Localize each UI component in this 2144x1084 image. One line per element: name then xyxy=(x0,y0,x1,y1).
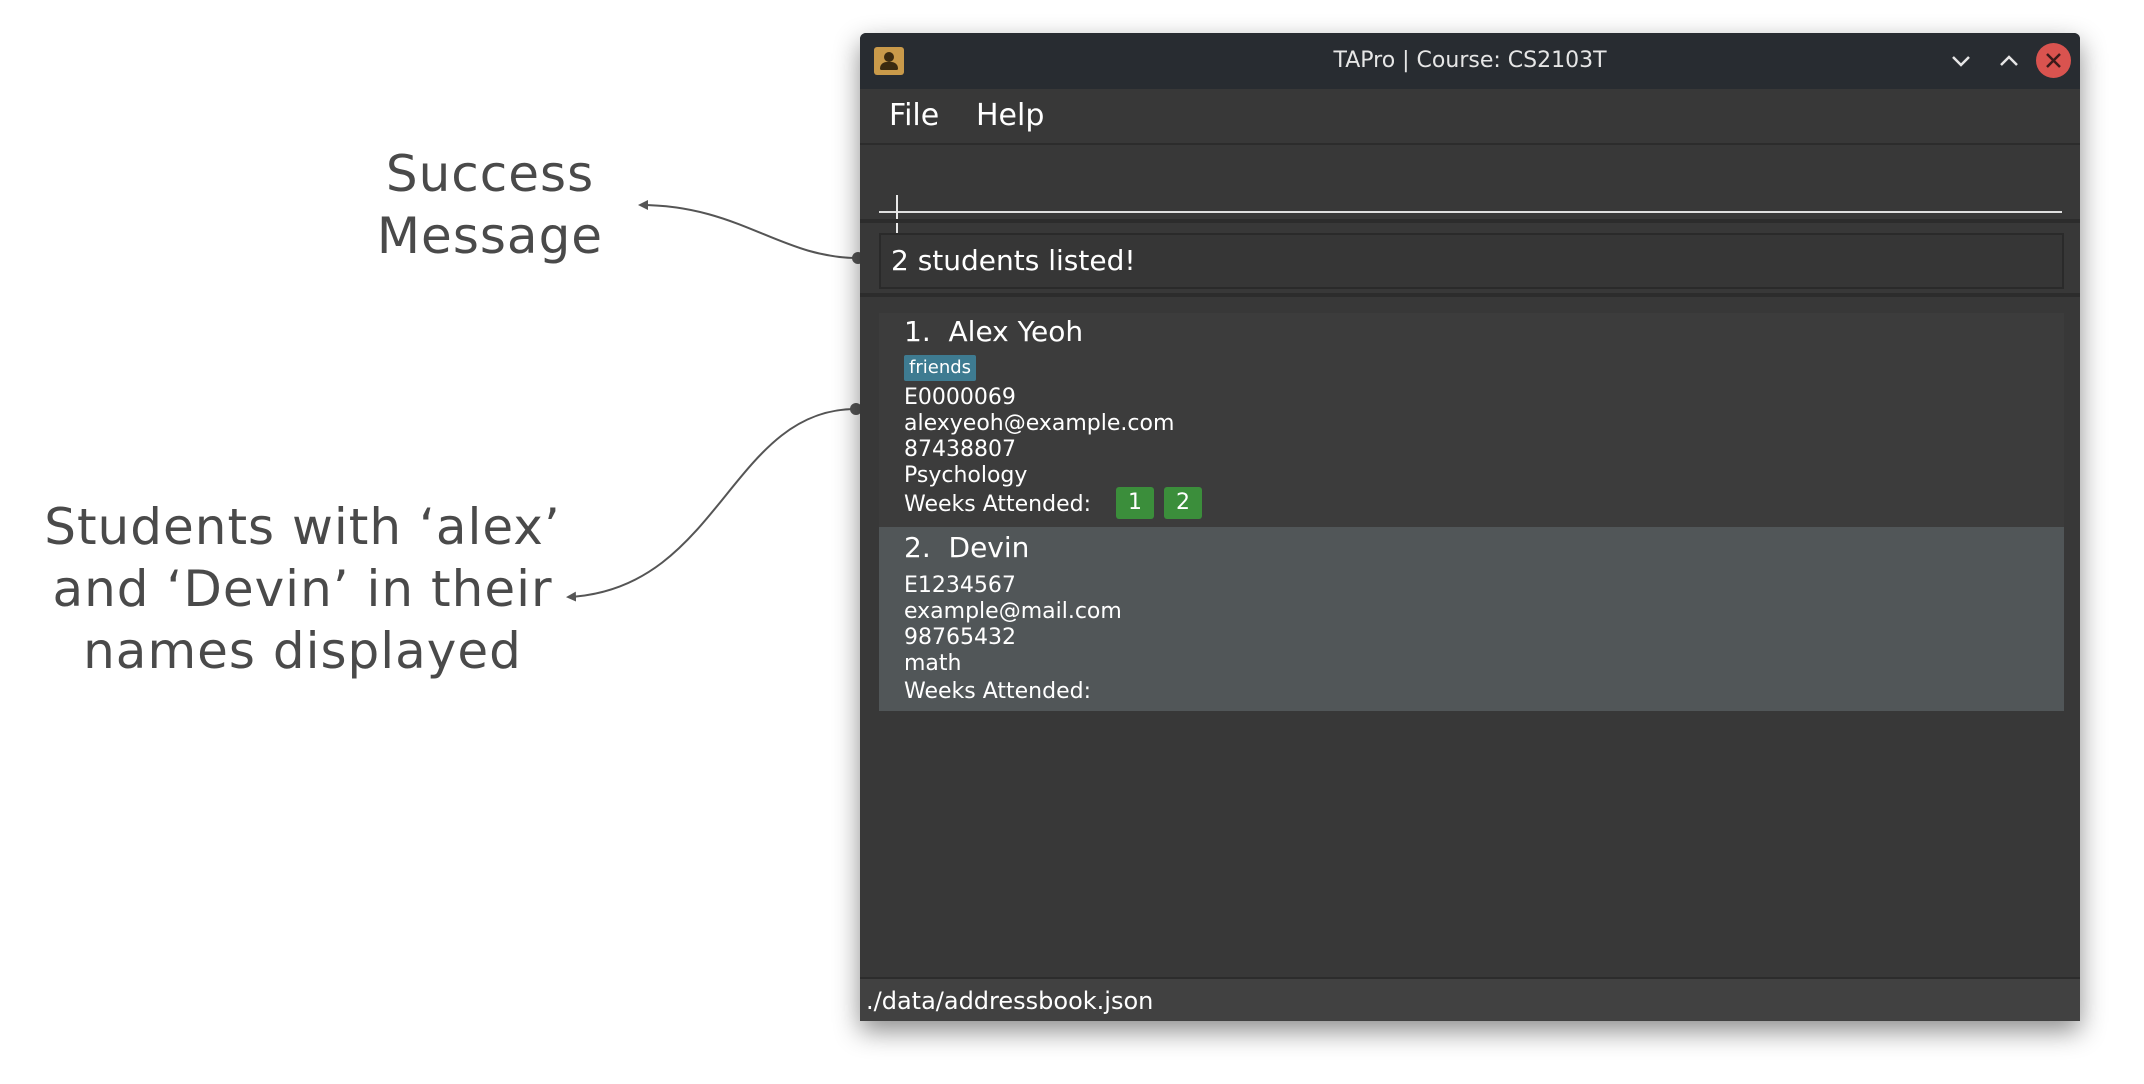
student-name: 2. Devin xyxy=(904,531,1030,564)
divider xyxy=(860,219,2080,223)
student-phone: 98765432 xyxy=(904,625,1016,650)
students-arrow xyxy=(566,408,857,602)
weeks-attended-label: Weeks Attended: xyxy=(904,679,1091,704)
student-major: math xyxy=(904,651,962,676)
student-email: example@mail.com xyxy=(904,599,1122,624)
annotation-line: names displayed xyxy=(83,622,522,680)
title-bar[interactable]: TAPro | Course: CS2103T xyxy=(860,33,2080,89)
divider xyxy=(860,293,2080,297)
close-icon xyxy=(2046,53,2061,68)
close-button[interactable] xyxy=(2036,43,2071,78)
chevron-down-icon xyxy=(1952,56,1970,67)
menu-bar: File Help xyxy=(860,89,2080,145)
annotation-line: Message xyxy=(376,207,604,265)
status-bar: ./data/addressbook.json xyxy=(860,977,2080,1021)
file-path: ./data/addressbook.json xyxy=(866,987,1154,1015)
student-name: 1. Alex Yeoh xyxy=(904,315,1084,348)
menu-help[interactable]: Help xyxy=(976,89,1044,143)
annotation-success-message: Success Message xyxy=(330,143,650,267)
annotation-line: Students with ‘alex’ xyxy=(44,498,561,556)
annotation-line: Success xyxy=(385,145,595,203)
success-arrow xyxy=(638,200,859,259)
student-card-selected[interactable]: 2. Devin E1234567 example@mail.com 98765… xyxy=(879,527,2064,711)
week-badge: 2 xyxy=(1164,487,1202,519)
student-card[interactable]: 1. Alex Yeoh friends E0000069 alexyeoh@e… xyxy=(879,313,2064,527)
minimize-button[interactable] xyxy=(1946,46,1976,76)
result-display: 2 students listed! xyxy=(879,233,2064,289)
student-phone: 87438807 xyxy=(904,437,1016,462)
chevron-up-icon xyxy=(2000,55,2018,66)
tag-badge: friends xyxy=(904,355,977,381)
maximize-button[interactable] xyxy=(1994,46,2024,76)
window-title: TAPro | Course: CS2103T xyxy=(1333,48,1607,73)
menu-file[interactable]: File xyxy=(889,89,939,143)
student-list[interactable]: 1. Alex Yeoh friends E0000069 alexyeoh@e… xyxy=(879,313,2064,711)
result-message: 2 students listed! xyxy=(891,244,1136,277)
app-window: TAPro | Course: CS2103T File Help 2 stud… xyxy=(860,33,2080,1021)
annotation-line: and ‘Devin’ in their xyxy=(52,560,553,618)
student-major: Psychology xyxy=(904,463,1028,488)
week-badge: 1 xyxy=(1116,487,1154,519)
student-id: E0000069 xyxy=(904,385,1016,410)
text-caret xyxy=(896,195,898,233)
command-input[interactable] xyxy=(879,155,2062,213)
annotation-students-displayed: Students with ‘alex’ and ‘Devin’ in thei… xyxy=(20,496,585,682)
student-id: E1234567 xyxy=(904,573,1016,598)
student-email: alexyeoh@example.com xyxy=(904,411,1175,436)
weeks-attended-label: Weeks Attended: xyxy=(904,492,1091,517)
